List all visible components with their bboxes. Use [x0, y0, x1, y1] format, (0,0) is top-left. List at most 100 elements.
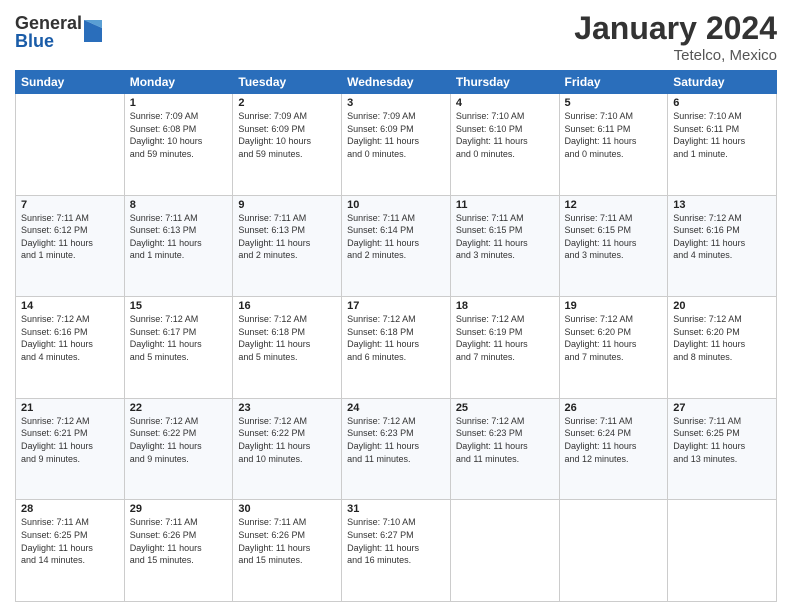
day-number: 13: [673, 199, 771, 211]
day-info: Sunrise: 7:11 AM Sunset: 6:26 PM Dayligh…: [130, 516, 228, 566]
calendar-cell: 16Sunrise: 7:12 AM Sunset: 6:18 PM Dayli…: [233, 297, 342, 399]
month-title: January 2024: [574, 10, 777, 47]
day-info: Sunrise: 7:12 AM Sunset: 6:22 PM Dayligh…: [130, 415, 228, 465]
day-info: Sunrise: 7:09 AM Sunset: 6:09 PM Dayligh…: [238, 110, 336, 160]
calendar-cell: 18Sunrise: 7:12 AM Sunset: 6:19 PM Dayli…: [450, 297, 559, 399]
day-info: Sunrise: 7:12 AM Sunset: 6:18 PM Dayligh…: [238, 313, 336, 363]
day-number: 11: [456, 199, 554, 211]
day-number: 18: [456, 300, 554, 312]
calendar-header-thursday: Thursday: [450, 71, 559, 94]
day-info: Sunrise: 7:12 AM Sunset: 6:20 PM Dayligh…: [565, 313, 663, 363]
day-info: Sunrise: 7:11 AM Sunset: 6:15 PM Dayligh…: [565, 212, 663, 262]
calendar-cell: [450, 500, 559, 602]
day-number: 27: [673, 402, 771, 414]
page: General Blue January 2024 Tetelco, Mexic…: [0, 0, 792, 612]
day-number: 12: [565, 199, 663, 211]
calendar-cell: 23Sunrise: 7:12 AM Sunset: 6:22 PM Dayli…: [233, 398, 342, 500]
logo-text: General Blue: [15, 14, 82, 50]
day-number: 9: [238, 199, 336, 211]
day-info: Sunrise: 7:10 AM Sunset: 6:27 PM Dayligh…: [347, 516, 445, 566]
title-section: January 2024 Tetelco, Mexico: [574, 10, 777, 64]
calendar-cell: 26Sunrise: 7:11 AM Sunset: 6:24 PM Dayli…: [559, 398, 668, 500]
day-info: Sunrise: 7:11 AM Sunset: 6:14 PM Dayligh…: [347, 212, 445, 262]
calendar-cell: 10Sunrise: 7:11 AM Sunset: 6:14 PM Dayli…: [342, 195, 451, 297]
day-info: Sunrise: 7:10 AM Sunset: 6:10 PM Dayligh…: [456, 110, 554, 160]
day-info: Sunrise: 7:12 AM Sunset: 6:21 PM Dayligh…: [21, 415, 119, 465]
day-info: Sunrise: 7:11 AM Sunset: 6:12 PM Dayligh…: [21, 212, 119, 262]
day-info: Sunrise: 7:11 AM Sunset: 6:25 PM Dayligh…: [673, 415, 771, 465]
calendar-header-friday: Friday: [559, 71, 668, 94]
day-number: 3: [347, 97, 445, 109]
calendar-cell: 11Sunrise: 7:11 AM Sunset: 6:15 PM Dayli…: [450, 195, 559, 297]
day-info: Sunrise: 7:11 AM Sunset: 6:13 PM Dayligh…: [238, 212, 336, 262]
calendar-header-tuesday: Tuesday: [233, 71, 342, 94]
calendar-cell: 22Sunrise: 7:12 AM Sunset: 6:22 PM Dayli…: [124, 398, 233, 500]
day-number: 21: [21, 402, 119, 414]
day-number: 5: [565, 97, 663, 109]
day-info: Sunrise: 7:12 AM Sunset: 6:23 PM Dayligh…: [347, 415, 445, 465]
day-number: 31: [347, 503, 445, 515]
day-info: Sunrise: 7:11 AM Sunset: 6:26 PM Dayligh…: [238, 516, 336, 566]
calendar-table: SundayMondayTuesdayWednesdayThursdayFrid…: [15, 70, 777, 602]
calendar-cell: [559, 500, 668, 602]
calendar-cell: 14Sunrise: 7:12 AM Sunset: 6:16 PM Dayli…: [16, 297, 125, 399]
calendar-cell: 15Sunrise: 7:12 AM Sunset: 6:17 PM Dayli…: [124, 297, 233, 399]
calendar-week-row: 7Sunrise: 7:11 AM Sunset: 6:12 PM Daylig…: [16, 195, 777, 297]
calendar-header-wednesday: Wednesday: [342, 71, 451, 94]
calendar-cell: 7Sunrise: 7:11 AM Sunset: 6:12 PM Daylig…: [16, 195, 125, 297]
day-number: 20: [673, 300, 771, 312]
calendar-cell: 6Sunrise: 7:10 AM Sunset: 6:11 PM Daylig…: [668, 94, 777, 196]
header: General Blue January 2024 Tetelco, Mexic…: [15, 10, 777, 64]
calendar-header-saturday: Saturday: [668, 71, 777, 94]
calendar-week-row: 28Sunrise: 7:11 AM Sunset: 6:25 PM Dayli…: [16, 500, 777, 602]
day-info: Sunrise: 7:12 AM Sunset: 6:19 PM Dayligh…: [456, 313, 554, 363]
day-info: Sunrise: 7:12 AM Sunset: 6:23 PM Dayligh…: [456, 415, 554, 465]
calendar-week-row: 14Sunrise: 7:12 AM Sunset: 6:16 PM Dayli…: [16, 297, 777, 399]
day-number: 15: [130, 300, 228, 312]
calendar-cell: 8Sunrise: 7:11 AM Sunset: 6:13 PM Daylig…: [124, 195, 233, 297]
day-info: Sunrise: 7:11 AM Sunset: 6:15 PM Dayligh…: [456, 212, 554, 262]
calendar-cell: 1Sunrise: 7:09 AM Sunset: 6:08 PM Daylig…: [124, 94, 233, 196]
day-info: Sunrise: 7:11 AM Sunset: 6:13 PM Dayligh…: [130, 212, 228, 262]
calendar-cell: 20Sunrise: 7:12 AM Sunset: 6:20 PM Dayli…: [668, 297, 777, 399]
calendar-cell: 21Sunrise: 7:12 AM Sunset: 6:21 PM Dayli…: [16, 398, 125, 500]
day-number: 28: [21, 503, 119, 515]
day-number: 1: [130, 97, 228, 109]
calendar-cell: 3Sunrise: 7:09 AM Sunset: 6:09 PM Daylig…: [342, 94, 451, 196]
calendar-cell: 12Sunrise: 7:11 AM Sunset: 6:15 PM Dayli…: [559, 195, 668, 297]
calendar-cell: 2Sunrise: 7:09 AM Sunset: 6:09 PM Daylig…: [233, 94, 342, 196]
calendar-cell: 17Sunrise: 7:12 AM Sunset: 6:18 PM Dayli…: [342, 297, 451, 399]
calendar-cell: 31Sunrise: 7:10 AM Sunset: 6:27 PM Dayli…: [342, 500, 451, 602]
day-info: Sunrise: 7:09 AM Sunset: 6:08 PM Dayligh…: [130, 110, 228, 160]
day-number: 14: [21, 300, 119, 312]
calendar-cell: 29Sunrise: 7:11 AM Sunset: 6:26 PM Dayli…: [124, 500, 233, 602]
day-number: 25: [456, 402, 554, 414]
day-number: 23: [238, 402, 336, 414]
day-number: 22: [130, 402, 228, 414]
calendar-cell: 4Sunrise: 7:10 AM Sunset: 6:10 PM Daylig…: [450, 94, 559, 196]
logo-general: General: [15, 14, 82, 32]
day-number: 19: [565, 300, 663, 312]
day-number: 17: [347, 300, 445, 312]
calendar-cell: 28Sunrise: 7:11 AM Sunset: 6:25 PM Dayli…: [16, 500, 125, 602]
day-info: Sunrise: 7:09 AM Sunset: 6:09 PM Dayligh…: [347, 110, 445, 160]
calendar-cell: 9Sunrise: 7:11 AM Sunset: 6:13 PM Daylig…: [233, 195, 342, 297]
day-info: Sunrise: 7:12 AM Sunset: 6:16 PM Dayligh…: [673, 212, 771, 262]
calendar-cell: 5Sunrise: 7:10 AM Sunset: 6:11 PM Daylig…: [559, 94, 668, 196]
day-number: 24: [347, 402, 445, 414]
day-info: Sunrise: 7:11 AM Sunset: 6:24 PM Dayligh…: [565, 415, 663, 465]
day-info: Sunrise: 7:10 AM Sunset: 6:11 PM Dayligh…: [565, 110, 663, 160]
day-info: Sunrise: 7:12 AM Sunset: 6:22 PM Dayligh…: [238, 415, 336, 465]
day-info: Sunrise: 7:12 AM Sunset: 6:18 PM Dayligh…: [347, 313, 445, 363]
day-info: Sunrise: 7:12 AM Sunset: 6:20 PM Dayligh…: [673, 313, 771, 363]
calendar-header-sunday: Sunday: [16, 71, 125, 94]
day-number: 4: [456, 97, 554, 109]
day-number: 30: [238, 503, 336, 515]
day-info: Sunrise: 7:12 AM Sunset: 6:17 PM Dayligh…: [130, 313, 228, 363]
calendar-week-row: 1Sunrise: 7:09 AM Sunset: 6:08 PM Daylig…: [16, 94, 777, 196]
day-number: 7: [21, 199, 119, 211]
calendar-header-row: SundayMondayTuesdayWednesdayThursdayFrid…: [16, 71, 777, 94]
day-info: Sunrise: 7:10 AM Sunset: 6:11 PM Dayligh…: [673, 110, 771, 160]
calendar-header-monday: Monday: [124, 71, 233, 94]
logo-blue: Blue: [15, 32, 82, 50]
